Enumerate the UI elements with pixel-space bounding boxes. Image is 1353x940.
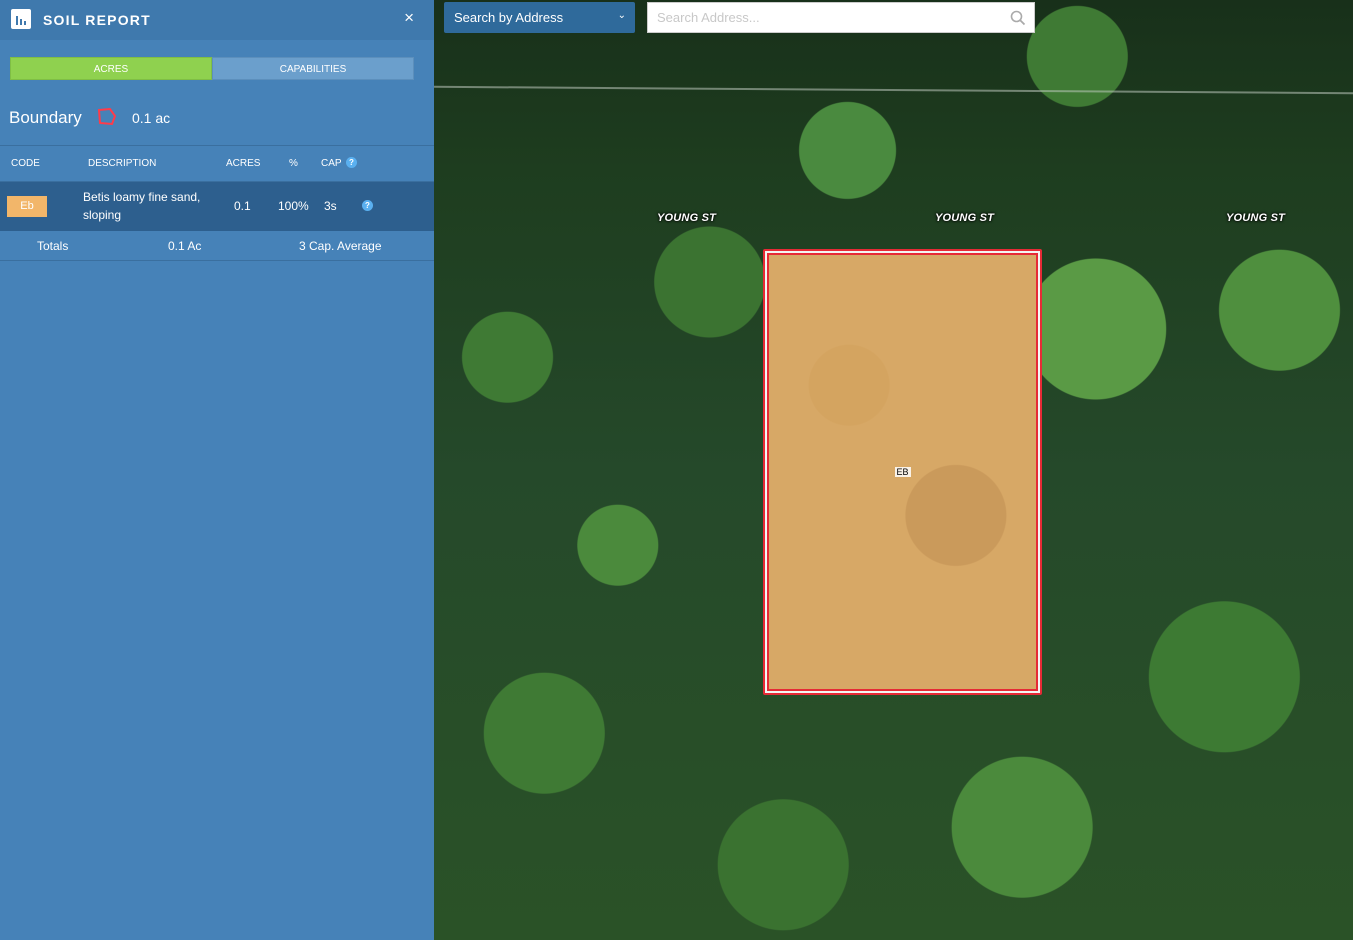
header-description: DESCRIPTION bbox=[88, 158, 157, 169]
soil-description: Betis loamy fine sand, sloping bbox=[83, 190, 201, 222]
header-percent: % bbox=[289, 158, 298, 169]
soil-polygon-eb[interactable]: EB bbox=[767, 253, 1038, 691]
boundary-summary: Boundary 0.1 ac bbox=[9, 106, 429, 130]
boundary-label: Boundary bbox=[9, 108, 82, 127]
header-code: CODE bbox=[11, 158, 40, 169]
tab-capabilities[interactable]: CAPABILITIES bbox=[212, 57, 414, 80]
boundary-acres: 0.1 ac bbox=[132, 110, 171, 126]
row-help-icon[interactable]: ? bbox=[362, 200, 373, 211]
cap-help-icon[interactable]: ? bbox=[346, 157, 357, 168]
aerial-map[interactable]: YOUNG ST YOUNG ST YOUNG ST EB bbox=[434, 0, 1353, 940]
totals-label: Totals bbox=[37, 239, 69, 253]
report-tabs: ACRES CAPABILITIES bbox=[10, 57, 414, 80]
header-acres: ACRES bbox=[226, 158, 261, 169]
soil-acres: 0.1 bbox=[234, 199, 251, 213]
bar-chart-icon bbox=[11, 9, 31, 29]
panel-title: SOIL REPORT bbox=[43, 12, 151, 28]
tab-acres[interactable]: ACRES bbox=[10, 57, 212, 80]
search-box[interactable] bbox=[647, 2, 1035, 33]
soil-cap: 3s bbox=[324, 199, 337, 213]
header-cap: CAP bbox=[321, 158, 342, 169]
soil-table: CODE DESCRIPTION ACRES % CAP ? Eb Betis … bbox=[0, 145, 434, 261]
power-line bbox=[434, 85, 1353, 95]
search-mode-dropdown[interactable]: Search by Address ⌄ bbox=[444, 2, 635, 33]
table-totals: Totals 0.1 Ac 3 Cap. Average bbox=[0, 231, 434, 261]
search-mode-label: Search by Address bbox=[454, 10, 564, 25]
panel-header: SOIL REPORT × bbox=[0, 0, 434, 40]
street-label-young-st-1: YOUNG ST bbox=[657, 212, 717, 224]
polygon-icon bbox=[97, 107, 117, 131]
close-icon[interactable]: × bbox=[404, 8, 414, 28]
totals-acres: 0.1 Ac bbox=[168, 239, 202, 253]
soil-map-label: EB bbox=[894, 467, 911, 477]
search-input[interactable] bbox=[648, 3, 1006, 32]
soil-percent: 100% bbox=[278, 199, 309, 213]
street-label-young-st-2: YOUNG ST bbox=[935, 212, 995, 224]
search-icon[interactable] bbox=[1010, 10, 1026, 31]
table-header: CODE DESCRIPTION ACRES % CAP ? bbox=[0, 145, 434, 182]
totals-cap: 3 Cap. Average bbox=[299, 239, 382, 253]
chevron-down-icon: ⌄ bbox=[617, 10, 626, 21]
soil-report-panel: SOIL REPORT × ACRES CAPABILITIES Boundar… bbox=[0, 0, 434, 940]
parcel-boundary[interactable]: EB bbox=[763, 249, 1042, 695]
soil-code-chip: Eb bbox=[7, 196, 47, 217]
street-label-young-st-3: YOUNG ST bbox=[1226, 212, 1286, 224]
table-row[interactable]: Eb Betis loamy fine sand, sloping 0.1 10… bbox=[0, 182, 434, 231]
